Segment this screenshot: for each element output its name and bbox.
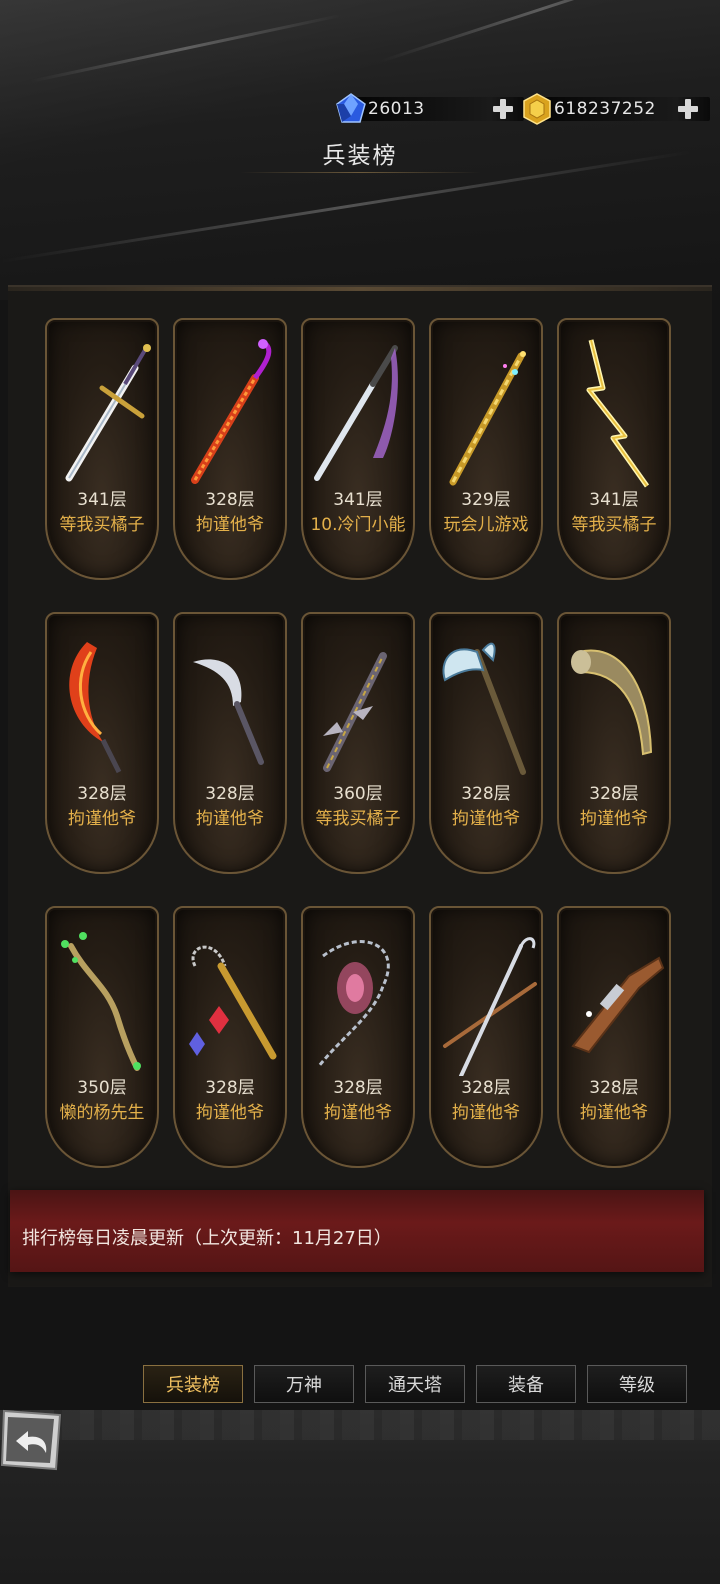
update-notice-bar: 排行榜每日凌晨更新（上次更新：11月27日） — [10, 1190, 704, 1272]
title-divider — [240, 172, 480, 173]
ranking-tabs: 兵装榜 万神 通天塔 装备 等级 — [143, 1365, 687, 1403]
blue-gem-icon — [336, 93, 366, 123]
weapon-card[interactable]: 328层 拘谨他爷 — [173, 906, 287, 1168]
weapon-card[interactable]: 328层 拘谨他爷 — [173, 318, 287, 580]
nature-branch-staff-icon — [61, 932, 141, 1071]
floor-level: 328层 — [589, 1078, 639, 1098]
page-title: 兵装榜 — [322, 143, 398, 169]
golden-spiral-staff-icon — [449, 351, 526, 486]
flintlock-pistol-icon — [571, 956, 665, 1054]
weapon-card[interactable]: 328层 拘谨他爷 — [173, 612, 287, 874]
add-gold-plus-icon[interactable] — [676, 97, 700, 121]
player-name: 拘谨他爷 — [452, 1103, 520, 1123]
weapon-card[interactable]: 328层 拘谨他爷 — [557, 612, 671, 874]
weapon-card[interactable]: 328层 拘谨他爷 — [301, 906, 415, 1168]
player-name: 玩会儿游戏 — [443, 515, 529, 535]
tab-pantheon[interactable]: 万神 — [254, 1365, 354, 1403]
back-arrow-icon[interactable] — [0, 1407, 64, 1473]
floor-level: 350层 — [77, 1078, 127, 1098]
player-name: 等我买橘子 — [315, 809, 401, 829]
war-horn-icon — [571, 649, 653, 756]
lightning-bolt-icon — [586, 339, 650, 488]
weapon-card[interactable]: 341层 10.冷门小能 — [301, 318, 415, 580]
tab-tower[interactable]: 通天塔 — [365, 1365, 465, 1403]
floor-level: 328层 — [589, 784, 639, 804]
floor-level: 328层 — [461, 1078, 511, 1098]
player-name: 拘谨他爷 — [324, 1103, 392, 1123]
player-name: 拘谨他爷 — [580, 1103, 648, 1123]
floor-level: 328层 — [205, 490, 255, 510]
tab-equipment[interactable]: 装备 — [476, 1365, 576, 1403]
tab-weapon-ranking[interactable]: 兵装榜 — [143, 1365, 243, 1403]
floor-level: 328层 — [77, 784, 127, 804]
floor-level: 341层 — [589, 490, 639, 510]
floor-level: 329层 — [461, 490, 511, 510]
gold-coin-icon — [523, 93, 551, 125]
player-name: 10.冷门小能 — [310, 515, 406, 535]
gold-currency: 618237252 — [520, 93, 710, 125]
player-name: 拘谨他爷 — [68, 809, 136, 829]
curved-dagger-icon — [193, 659, 264, 765]
floor-level: 328层 — [205, 784, 255, 804]
floor-level: 341层 — [77, 490, 127, 510]
player-name: 等我买橘子 — [59, 515, 145, 535]
flame-serrated-blade-icon — [191, 339, 272, 484]
player-name: 懒的杨先生 — [59, 1103, 145, 1123]
crossed-needles-icon — [443, 937, 537, 1076]
weapon-card[interactable]: 329层 玩会儿游戏 — [429, 318, 543, 580]
add-gems-plus-icon[interactable] — [491, 97, 515, 121]
tab-level[interactable]: 等级 — [587, 1365, 687, 1403]
player-name: 拘谨他爷 — [580, 809, 648, 829]
scorpion-blade-icon — [323, 652, 387, 772]
weapon-card[interactable]: 328层 拘谨他爷 — [429, 612, 543, 874]
floor-level: 328层 — [333, 1078, 383, 1098]
weapon-card[interactable]: 328层 拘谨他爷 — [45, 612, 159, 874]
player-name: 拘谨他爷 — [196, 1103, 264, 1123]
ornate-longsword-icon — [65, 344, 151, 482]
katana-with-ribbon-icon — [314, 345, 398, 481]
gem-amount: 26013 — [368, 99, 425, 119]
floor-level: 328层 — [461, 784, 511, 804]
bottom-frame — [0, 1410, 720, 1584]
weapon-card[interactable]: 328层 拘谨他爷 — [429, 906, 543, 1168]
fire-crescent-blade-icon — [69, 642, 122, 774]
player-name: 拘谨他爷 — [196, 515, 264, 535]
gold-amount: 618237252 — [554, 99, 656, 119]
weapon-card[interactable]: 360层 等我买橘子 — [301, 612, 415, 874]
weapon-card[interactable]: 328层 拘谨他爷 — [557, 906, 671, 1168]
chained-crystal-icon — [317, 940, 390, 1067]
player-name: 等我买橘子 — [571, 515, 657, 535]
floor-level: 341层 — [333, 490, 383, 510]
update-notice-text: 排行榜每日凌晨更新（上次更新：11月27日） — [22, 1228, 392, 1249]
player-name: 拘谨他爷 — [452, 809, 520, 829]
weapon-card[interactable]: 341层 等我买橘子 — [557, 318, 671, 580]
weapon-card[interactable]: 350层 懒的杨先生 — [45, 906, 159, 1168]
floor-level: 328层 — [205, 1078, 255, 1098]
player-name: 拘谨他爷 — [196, 809, 264, 829]
gem-currency: 26013 — [334, 93, 524, 124]
floor-level: 360层 — [333, 784, 383, 804]
weapon-card[interactable]: 341层 等我买橘子 — [45, 318, 159, 580]
battle-axe-icon — [442, 642, 526, 775]
chain-flail-icon — [189, 945, 277, 1060]
